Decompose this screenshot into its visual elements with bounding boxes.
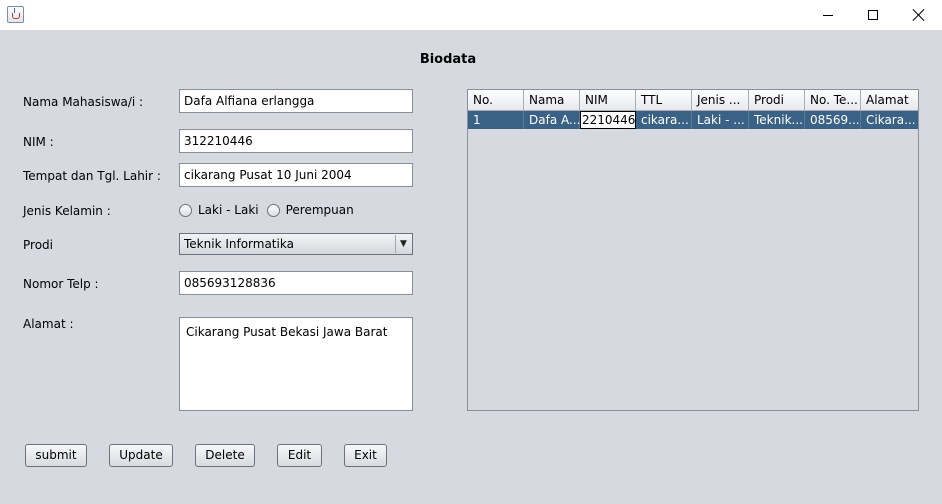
maximize-button[interactable]	[850, 0, 896, 30]
nama-label: Nama Mahasiswa/i :	[23, 95, 144, 109]
table-row[interactable]: 1 Dafa A... 2210446 cikara... Laki - ...…	[468, 111, 918, 129]
column-header[interactable]: Alamat	[861, 90, 918, 111]
ttl-input[interactable]: cikarang Pusat 10 Juni 2004	[179, 163, 413, 187]
table-cell[interactable]: 1	[468, 111, 524, 129]
radio-perempuan[interactable]: Perempuan	[266, 203, 354, 217]
prodi-selected-value: Teknik Informatika	[184, 237, 294, 251]
jenis-kelamin-label: Jenis Kelamin :	[23, 204, 111, 218]
minimize-icon	[823, 14, 833, 16]
nim-input[interactable]: 312210446	[179, 129, 413, 153]
radio-label: Laki - Laki	[198, 203, 259, 217]
alamat-label: Alamat :	[23, 317, 74, 331]
column-header[interactable]: Prodi	[749, 90, 805, 111]
prodi-label: Prodi	[23, 238, 53, 252]
biodata-table[interactable]: No. Nama NIM TTL Jenis ... Prodi No. Te.…	[467, 89, 919, 411]
telp-input[interactable]: 085693128836	[179, 271, 413, 295]
column-header[interactable]: TTL	[636, 90, 692, 111]
ttl-label: Tempat dan Tgl. Lahir :	[23, 169, 161, 183]
table-cell-editor[interactable]: 2210446	[580, 111, 636, 129]
form-title: Biodata	[419, 52, 477, 67]
column-header[interactable]: No. Te...	[805, 90, 861, 111]
alamat-textarea[interactable]: Cikarang Pusat Bekasi Jawa Barat	[179, 317, 413, 411]
column-header[interactable]: Jenis ...	[692, 90, 749, 111]
telp-label: Nomor Telp :	[23, 277, 99, 291]
minimize-button[interactable]	[805, 0, 851, 30]
close-icon	[913, 9, 925, 21]
table-cell[interactable]: Dafa A...	[524, 111, 580, 129]
table-cell[interactable]: Laki - ...	[692, 111, 749, 129]
delete-button[interactable]: Delete	[195, 444, 255, 467]
edit-button[interactable]: Edit	[277, 444, 322, 467]
nim-label: NIM :	[23, 135, 54, 149]
dropdown-arrow-icon[interactable]: ▼	[395, 235, 411, 253]
table-cell[interactable]: Teknik...	[749, 111, 805, 129]
submit-button[interactable]: submit	[25, 444, 87, 467]
column-header[interactable]: NIM	[580, 90, 636, 111]
java-cup-icon	[7, 6, 24, 23]
table-cell[interactable]: Cikara...	[861, 111, 918, 129]
table-cell[interactable]: 08569...	[805, 111, 861, 129]
column-header[interactable]: No.	[468, 90, 524, 111]
table-header: No. Nama NIM TTL Jenis ... Prodi No. Te.…	[468, 90, 918, 111]
update-button[interactable]: Update	[109, 444, 173, 467]
radio-label: Perempuan	[285, 203, 354, 217]
column-header[interactable]: Nama	[524, 90, 580, 111]
radio-laki-laki[interactable]: Laki - Laki	[179, 203, 259, 217]
gender-radio-group: Laki - Laki Perempuan	[179, 203, 362, 217]
prodi-select[interactable]: Teknik Informatika ▼	[179, 233, 413, 255]
exit-button[interactable]: Exit	[344, 444, 387, 467]
radio-circle-icon[interactable]	[179, 203, 192, 217]
nama-input[interactable]: Dafa Alfiana erlangga	[179, 89, 413, 113]
maximize-icon	[868, 10, 878, 20]
table-cell[interactable]: cikara...	[636, 111, 692, 129]
title-bar	[0, 0, 942, 30]
radio-circle-icon[interactable]	[266, 203, 280, 217]
close-button[interactable]	[896, 0, 942, 30]
